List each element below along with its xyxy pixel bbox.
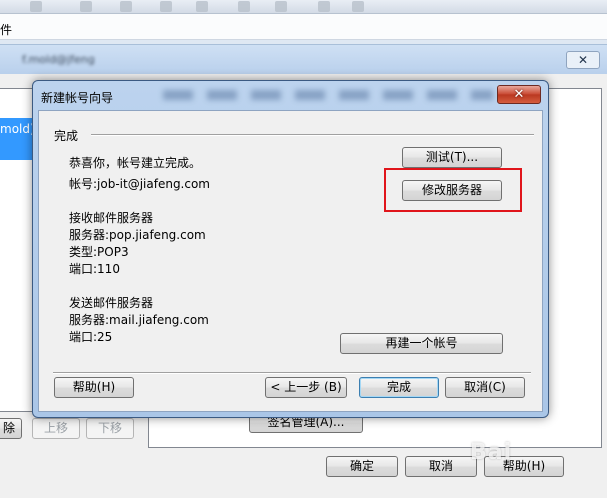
footer-divider [53, 372, 531, 374]
account-text: 帐号:job-it@jiafeng.com [69, 177, 211, 191]
move-down-button[interactable]: 下移 [86, 418, 134, 439]
outgoing-port-text: 端口:25 [69, 330, 113, 344]
close-icon[interactable]: ✕ [566, 51, 600, 69]
menu-bar: 件 [0, 14, 607, 40]
toolbar-icon[interactable] [30, 1, 42, 12]
cancel-button[interactable]: 取消 [405, 456, 477, 477]
toolbar-icon[interactable] [80, 1, 92, 12]
incoming-server-heading: 接收邮件服务器 [69, 211, 154, 225]
toolbar-icon[interactable] [275, 1, 287, 12]
section-divider [91, 134, 534, 136]
back-button[interactable]: < 上一步 (B) [265, 377, 347, 398]
help-button[interactable]: 帮助(H) [54, 377, 134, 398]
move-up-button[interactable]: 上移 [32, 418, 80, 439]
menu-item-file[interactable]: 件 [0, 21, 12, 38]
new-account-button[interactable]: 再建一个帐号 [340, 333, 503, 354]
toolbar-icon[interactable] [120, 1, 132, 12]
highlight-annotation [384, 168, 522, 212]
toolbar-icon[interactable] [352, 1, 364, 12]
window-title: f.mold@jfeng [22, 53, 95, 66]
section-title: 完成 [54, 129, 79, 143]
toolbar-icon[interactable] [318, 1, 330, 12]
congrats-text: 恭喜你，帐号建立完成。 [69, 156, 202, 170]
app-toolbar [0, 0, 607, 14]
close-icon[interactable]: ✕ [497, 85, 541, 104]
blurred-background-text [163, 90, 493, 100]
toolbar-icon[interactable] [160, 1, 172, 12]
toolbar-icon[interactable] [238, 1, 250, 12]
test-button[interactable]: 测试(T)... [402, 147, 502, 168]
incoming-server-text: 服务器:pop.jiafeng.com [69, 228, 206, 242]
outgoing-server-heading: 发送邮件服务器 [69, 296, 154, 310]
account-list-item-label: mold) [0, 122, 35, 136]
cancel-button[interactable]: 取消(C) [445, 377, 525, 398]
incoming-type-text: 类型:POP3 [69, 245, 129, 259]
new-account-wizard-dialog: 新建帐号向导 ✕ 完成 恭喜你，帐号建立完成。 帐号:job-it@jiafen… [32, 80, 549, 418]
remove-button[interactable]: 除 [0, 418, 22, 439]
ok-button[interactable]: 确定 [326, 456, 398, 477]
watermark-logo: Bai [470, 440, 513, 465]
toolbar-icon[interactable] [196, 1, 208, 12]
account-manager-titlebar: f.mold@jfeng ✕ [0, 44, 607, 74]
wizard-content: 完成 恭喜你，帐号建立完成。 帐号:job-it@jiafeng.com 接收邮… [38, 110, 543, 412]
dialog-title: 新建帐号向导 [41, 91, 114, 105]
finish-button[interactable]: 完成 [359, 377, 439, 398]
outgoing-server-text: 服务器:mail.jiafeng.com [69, 313, 209, 327]
incoming-port-text: 端口:110 [69, 262, 120, 276]
